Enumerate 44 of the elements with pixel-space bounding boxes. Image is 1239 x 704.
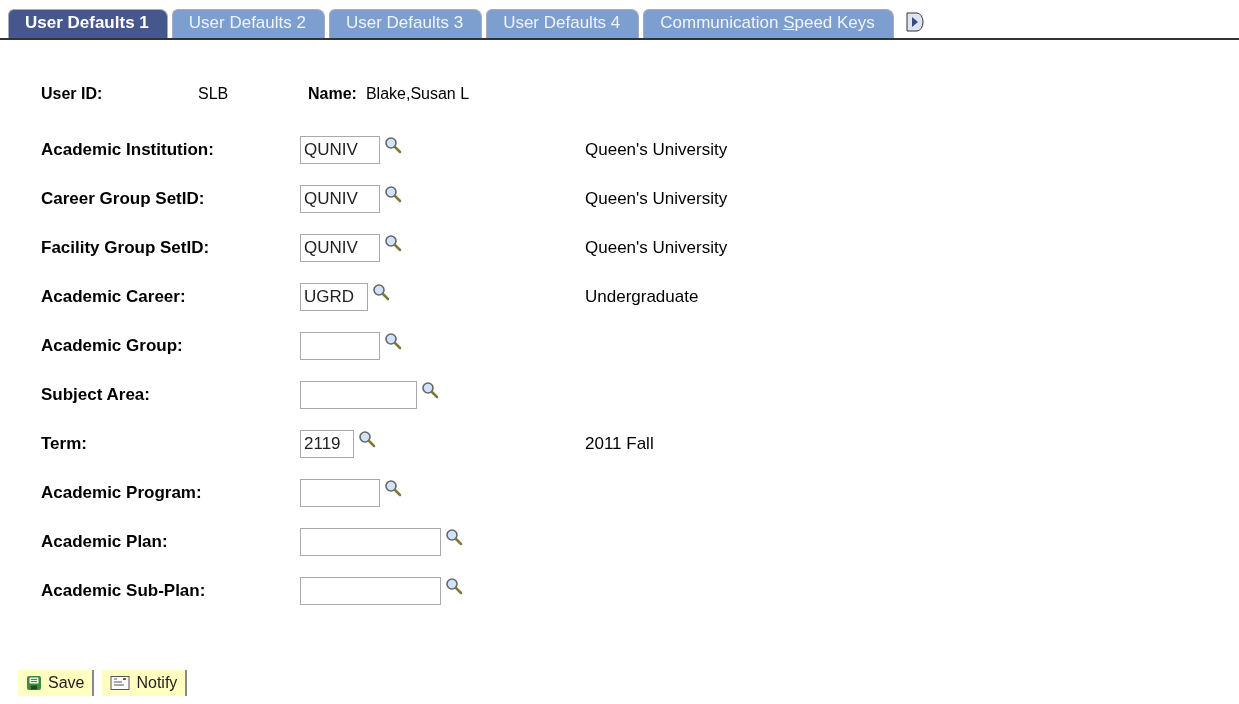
search-icon[interactable]	[384, 136, 402, 154]
name-value: Blake,Susan L	[365, 85, 470, 103]
search-icon[interactable]	[384, 479, 402, 497]
search-icon[interactable]	[384, 332, 402, 350]
input-field[interactable]	[300, 381, 417, 409]
search-icon[interactable]	[384, 185, 402, 203]
input-field[interactable]	[300, 332, 380, 360]
field-label: Subject Area:	[41, 385, 151, 405]
search-icon[interactable]	[384, 234, 402, 252]
envelope-icon	[110, 675, 131, 691]
search-icon[interactable]	[445, 528, 463, 546]
next-tab-icon[interactable]	[905, 12, 924, 32]
search-icon[interactable]	[445, 577, 463, 595]
tab[interactable]: User Defaults 1	[8, 9, 168, 38]
field-description: Queen's University	[585, 238, 728, 258]
field-label: Term:	[41, 434, 88, 454]
field-description: 2011 Fall	[585, 434, 654, 454]
input-field[interactable]: QUNIV	[300, 234, 380, 262]
user-id-value: SLB	[198, 85, 230, 103]
field-label: Academic Sub-Plan:	[41, 581, 207, 601]
field-label: Academic Institution:	[41, 140, 215, 160]
notify-button[interactable]: Notify	[102, 670, 188, 696]
input-field[interactable]	[300, 577, 441, 605]
input-field[interactable]: QUNIV	[300, 136, 380, 164]
input-field[interactable]: 2119	[300, 430, 354, 458]
input-field[interactable]: UGRD	[300, 283, 368, 311]
field-label: Academic Program:	[41, 483, 203, 503]
input-field[interactable]	[300, 479, 380, 507]
search-icon[interactable]	[372, 283, 390, 301]
input-field[interactable]: QUNIV	[300, 185, 380, 213]
field-label: Facility Group SetID:	[41, 238, 211, 258]
user-id-label: User ID:	[41, 85, 104, 103]
field-description: Queen's University	[585, 189, 728, 209]
field-label: Academic Career:	[41, 287, 187, 307]
name-label: Name:	[308, 85, 357, 103]
field-description: Undergraduate	[585, 287, 699, 307]
field-label: Career Group SetID:	[41, 189, 206, 209]
field-label: Academic Plan:	[41, 532, 169, 552]
input-field[interactable]	[300, 528, 441, 556]
search-icon[interactable]	[358, 430, 376, 448]
field-description: Queen's University	[585, 140, 728, 160]
field-label: Academic Group:	[41, 336, 184, 356]
search-icon[interactable]	[421, 381, 439, 399]
save-button[interactable]: Save	[18, 670, 95, 696]
